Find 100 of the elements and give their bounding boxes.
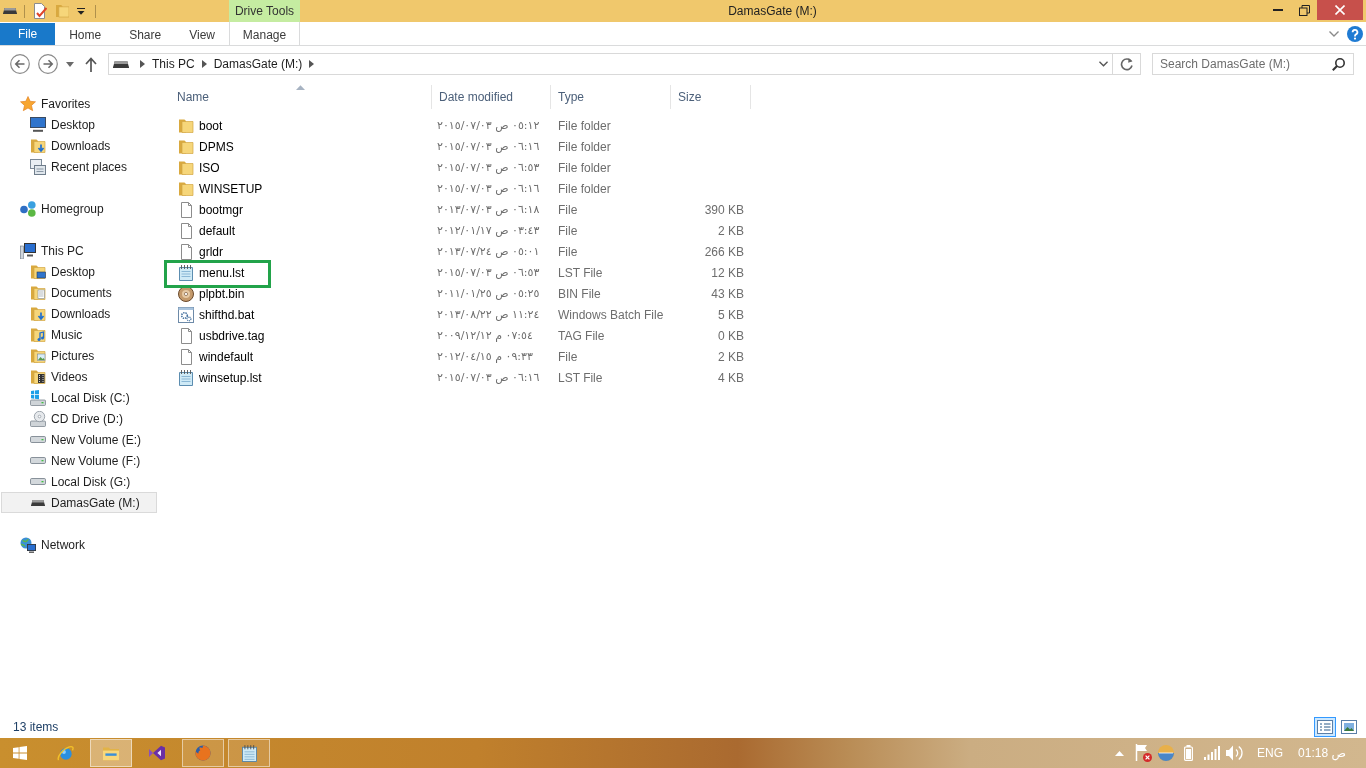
nav-item[interactable]: Homegroup [1, 198, 157, 219]
nav-item[interactable]: Favorites [1, 93, 157, 114]
help-button[interactable] [1347, 24, 1363, 43]
slim-drive-icon[interactable] [3, 8, 17, 14]
date-modified: ٠٥:١٢ ص ٢٠١٥/٠٧/٠٣ [437, 119, 540, 132]
file-name: winsetup.lst [199, 370, 262, 385]
monitor-icon [30, 117, 46, 132]
flag-icon[interactable] [1133, 744, 1152, 762]
slim-drive-icon [113, 60, 129, 68]
folder-music-note-icon [30, 326, 46, 343]
nav-item[interactable]: New Volume (F:) [1, 450, 157, 471]
breadcrumb-arrow-icon[interactable] [201, 60, 207, 68]
file-size: 5 KB [718, 307, 744, 322]
nav-item[interactable]: DamasGate (M:) [1, 492, 157, 513]
file-name: shifthd.bat [199, 307, 255, 322]
drive-icon [30, 457, 46, 464]
nav-item[interactable]: Desktop [1, 114, 157, 135]
chevron-down-icon [1098, 61, 1108, 67]
minimize-icon [1273, 9, 1283, 11]
file-type: LST File [558, 265, 603, 280]
address-bar[interactable]: This PC DamasGate (M:) [108, 53, 1113, 75]
taskbar-button[interactable] [182, 739, 224, 767]
column-header[interactable]: Size [671, 85, 751, 109]
back-button[interactable] [10, 54, 30, 74]
document-check-icon[interactable] [34, 3, 47, 19]
refresh-button[interactable] [1113, 53, 1141, 75]
blank-file-icon [180, 348, 192, 365]
date-modified: ٠٦:٥٣ ص ٢٠١٥/٠٧/٠٣ [437, 266, 540, 279]
dropdown-caret-icon[interactable] [77, 7, 85, 15]
disc-icon [178, 285, 194, 302]
file-size: 4 KB [718, 370, 744, 385]
breadcrumb-arrow-icon[interactable] [309, 60, 315, 68]
date-modified: ٠٥:٢٥ ص ٢٠١١/٠١/٢٥ [437, 287, 540, 300]
nav-item[interactable]: Music [1, 324, 157, 345]
circle-icon[interactable] [1157, 745, 1174, 761]
date-modified: ٠٥:٠١ ص ٢٠١٣/٠٧/٢٤ [437, 245, 540, 258]
date-modified: ١١:٢٤ ص ٢٠١٣/٠٨/٢٢ [437, 308, 540, 321]
file-type: File folder [558, 118, 611, 133]
breadcrumb[interactable]: This PC [148, 54, 199, 74]
star-icon [20, 95, 36, 112]
close-icon [1335, 5, 1345, 15]
date-modified: ٠٦:١٨ ص ٢٠١٣/٠٧/٠٣ [437, 203, 540, 216]
ribbon-tab[interactable]: Home [55, 23, 116, 45]
folder-picture-icon [30, 347, 46, 364]
date-modified: ٠٧:٥٤ م ٢٠٠٩/١٢/١٢ [437, 329, 533, 342]
file-name: menu.lst [199, 265, 245, 280]
search-field[interactable]: Search DamasGate (M:) [1152, 53, 1354, 75]
breadcrumb-arrow-icon[interactable] [140, 60, 145, 68]
date-modified: ٠٦:١٦ ص ٢٠١٥/٠٧/٠٣ [437, 140, 540, 153]
nav-item[interactable]: Videos [1, 366, 157, 387]
file-type: File [558, 223, 578, 238]
restore-icon [1298, 4, 1310, 16]
details-view-button[interactable] [1314, 717, 1336, 737]
large-icons-view-button[interactable] [1338, 717, 1360, 737]
file-name: ISO [199, 160, 220, 175]
nav-item[interactable]: This PC [1, 240, 157, 261]
nav-item[interactable]: Desktop [1, 261, 157, 282]
computer-icon [20, 242, 36, 259]
date-modified: ٠٦:٥٣ ص ٢٠١٥/٠٧/٠٣ [437, 161, 540, 174]
nav-item[interactable]: Documents [1, 282, 157, 303]
file-type: File folder [558, 139, 611, 154]
nav-item[interactable]: CD Drive (D:) [1, 408, 157, 429]
folder-monitor-icon [30, 263, 46, 280]
nav-item[interactable]: Pictures [1, 345, 157, 366]
date-modified: ٠٣:٤٣ ص ٢٠١٢/٠١/١٧ [437, 224, 540, 237]
column-header[interactable]: Type [551, 85, 671, 109]
nav-item[interactable]: Local Disk (G:) [1, 471, 157, 492]
signal-bars-icon[interactable] [1203, 746, 1220, 760]
file-size: 2 KB [718, 349, 744, 364]
taskbar-button[interactable] [228, 739, 270, 767]
nav-item[interactable]: New Volume (E:) [1, 429, 157, 450]
breadcrumb[interactable]: DamasGate (M:) [209, 54, 307, 74]
file-name: boot [199, 118, 223, 133]
gear-window-icon [178, 306, 194, 323]
date-modified: ٠٦:١٦ ص ٢٠١٥/٠٧/٠٣ [437, 371, 540, 384]
window-title: DamasGate (M:) [728, 4, 817, 18]
column-header[interactable]: Date modified [432, 85, 551, 109]
nav-item[interactable]: Network [1, 534, 157, 555]
file-size: 12 KB [711, 265, 744, 280]
nav-item[interactable]: Downloads [1, 303, 157, 324]
blank-file-icon [180, 201, 192, 218]
file-type: File folder [558, 181, 611, 196]
battery-icon[interactable] [1184, 745, 1194, 761]
date-modified: ٠٦:١٦ ص ٢٠١٥/٠٧/٠٣ [437, 182, 540, 195]
file-menu-button[interactable]: File [0, 23, 56, 45]
nav-item[interactable]: Recent places [1, 156, 157, 177]
nav-item[interactable]: Local Disk (C:) [1, 387, 157, 408]
column-header[interactable]: Name [171, 85, 432, 109]
file-name: windefault [199, 349, 254, 364]
ribbon-tab[interactable]: Share [115, 23, 176, 45]
nav-item[interactable]: Downloads [1, 135, 157, 156]
up-arrow-icon [85, 56, 97, 72]
speaker-icon[interactable] [1226, 745, 1244, 761]
globe-monitor-icon [20, 536, 36, 553]
folder-icon [178, 159, 194, 176]
forward-button[interactable] [38, 54, 58, 74]
ribbon-tab[interactable]: View [175, 23, 229, 45]
file-name: bootmgr [199, 202, 244, 217]
file-size: 390 KB [704, 202, 744, 217]
ribbon-tab[interactable]: Manage [230, 23, 299, 45]
